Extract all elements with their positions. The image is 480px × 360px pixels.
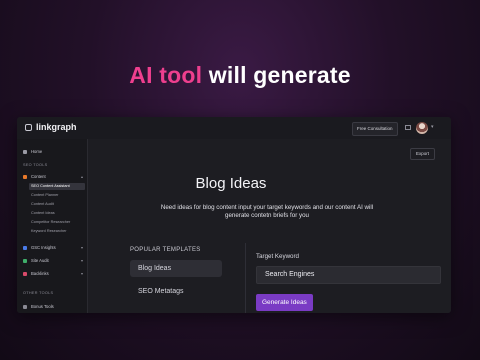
top-bar: linkgraph Free Consultation ▾: [17, 117, 451, 140]
sidebar-item-label: Site Audit: [31, 258, 49, 263]
chevron-up-icon: ▴: [80, 174, 83, 179]
app-window: linkgraph Free Consultation ▾ Home SEO T…: [17, 117, 451, 313]
free-consultation-button[interactable]: Free Consultation: [352, 122, 398, 136]
sidebar-item-label: Bonus Tools: [31, 304, 54, 309]
sidebar-item-label: Content: [31, 174, 46, 179]
sidebar-subitem-content-audit[interactable]: Content Audit: [29, 201, 85, 208]
content-icon: [23, 174, 27, 179]
generate-ideas-button[interactable]: Generate Ideas: [256, 294, 313, 311]
sidebar-item-bonus-tools[interactable]: Bonus Tools: [17, 302, 87, 311]
template-seo-metatags[interactable]: SEO Metatags: [130, 283, 222, 300]
sidebar-subitem-seo-content-assistant[interactable]: SEO Content Assistant: [29, 183, 85, 190]
sidebar-item-label: GSC Insights: [31, 245, 56, 250]
grid-icon[interactable]: [405, 125, 411, 130]
target-keyword-input[interactable]: Search Engines: [256, 266, 441, 284]
main-content: Export Blog Ideas Need ideas for blog co…: [88, 139, 451, 313]
sidebar: Home SEO TOOLS Content ▴ SEO Content Ass…: [17, 139, 88, 313]
sidebar-item-label: Home: [31, 149, 43, 154]
sidebar-subitem-competitor-researcher[interactable]: Competitor Researcher: [29, 219, 85, 226]
chevron-down-icon: ▾: [80, 245, 83, 250]
sidebar-section-seo-tools: SEO TOOLS: [23, 163, 48, 167]
site-audit-icon: [23, 258, 27, 263]
sidebar-subitem-content-planner[interactable]: Content Planner: [29, 192, 85, 199]
page-title: Blog Ideas: [195, 175, 267, 192]
home-icon: [23, 149, 27, 154]
sidebar-item-home[interactable]: Home: [17, 147, 87, 156]
templates-heading: POPULAR TEMPLATES: [130, 247, 201, 253]
backlinks-icon: [23, 271, 27, 276]
logo-icon: [25, 123, 32, 131]
chevron-down-icon: ▾: [80, 258, 83, 263]
bonus-tools-icon: [23, 304, 27, 309]
chevron-down-icon[interactable]: ▾: [431, 124, 434, 130]
divider: [245, 243, 246, 313]
template-blog-ideas[interactable]: Blog Ideas: [130, 260, 222, 277]
chevron-down-icon: ▾: [80, 271, 83, 276]
page-description: Need ideas for blog content input your t…: [160, 204, 374, 219]
logo-text: linkgraph: [36, 122, 77, 132]
sidebar-item-label: Backlinks: [31, 271, 49, 276]
gsc-icon: [23, 245, 27, 250]
sidebar-item-backlinks[interactable]: Backlinks ▾: [17, 269, 87, 278]
headline-accent: AI tool: [129, 62, 203, 88]
sidebar-section-other-tools: OTHER TOOLS: [23, 291, 54, 295]
sidebar-subitem-content-ideas[interactable]: Content Ideas: [29, 210, 85, 217]
logo[interactable]: linkgraph: [25, 122, 77, 132]
export-button[interactable]: Export: [409, 148, 435, 160]
target-keyword-label: Target Keyword: [256, 253, 299, 260]
sidebar-item-gsc-insights[interactable]: GSC Insights ▾: [17, 243, 87, 252]
avatar[interactable]: [416, 122, 428, 134]
headline: AI tool will generate: [0, 62, 480, 89]
headline-rest: will generate: [202, 62, 351, 88]
sidebar-subitem-keyword-researcher[interactable]: Keyword Researcher: [29, 228, 85, 235]
sidebar-item-site-audit[interactable]: Site Audit ▾: [17, 256, 87, 265]
sidebar-item-content[interactable]: Content ▴: [17, 172, 87, 181]
